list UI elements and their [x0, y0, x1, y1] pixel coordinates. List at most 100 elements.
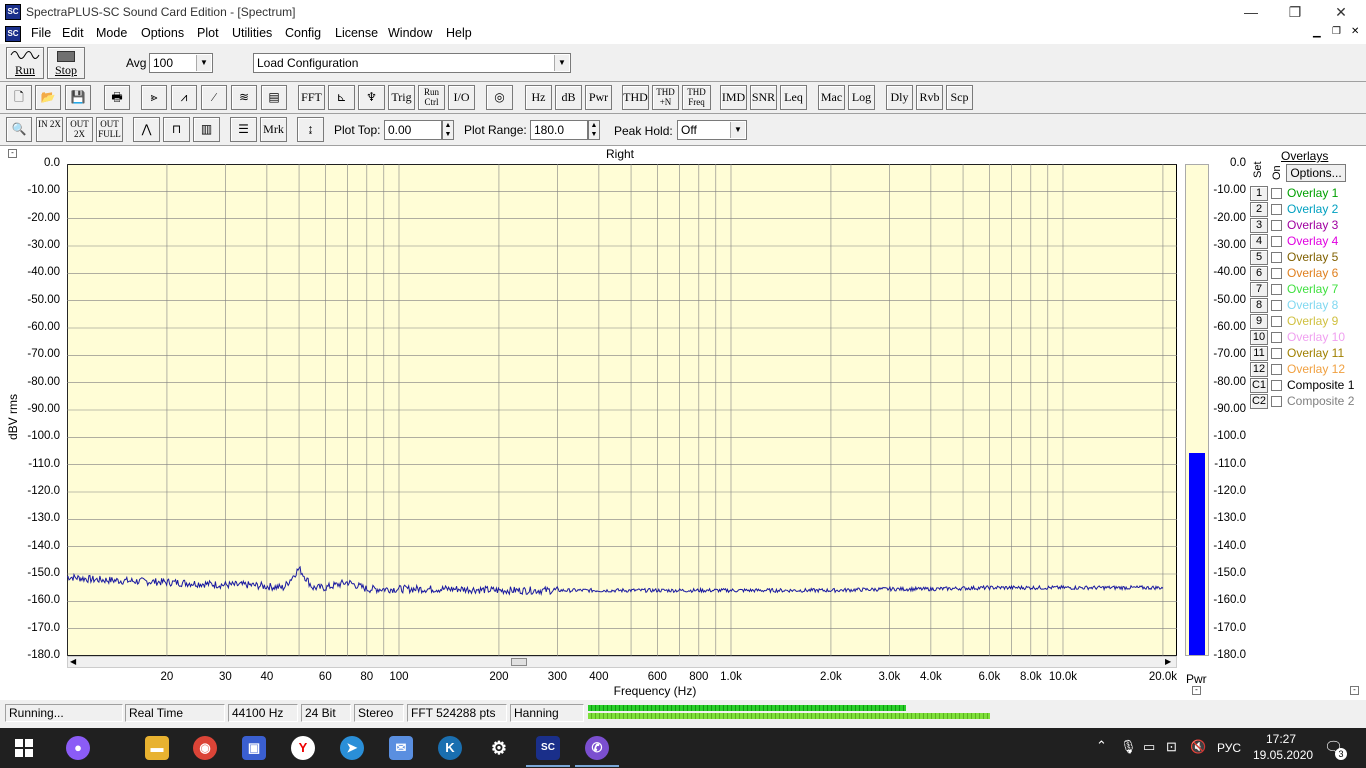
run-button[interactable]: Run [6, 47, 44, 79]
spectrogram-icon[interactable]: ▤ [261, 85, 287, 110]
menu-window[interactable]: Window [388, 26, 432, 40]
peak-hold-select[interactable]: Off ▼ [677, 120, 747, 140]
overlay-set-button[interactable]: 2 [1250, 202, 1268, 217]
overlay-set-button[interactable]: 4 [1250, 234, 1268, 249]
open-folder-icon[interactable]: 📂 [35, 85, 61, 110]
new-file-icon[interactable]: 🗋 [6, 85, 32, 110]
menu-file[interactable]: File [31, 26, 51, 40]
menu-mode[interactable]: Mode [96, 26, 127, 40]
overlay-set-button[interactable]: 5 [1250, 250, 1268, 265]
pwr-button[interactable]: Pwr [585, 85, 612, 110]
mac-button[interactable]: Mac [818, 85, 845, 110]
bar-plot-icon[interactable]: ▥ [193, 117, 220, 142]
windows-start-icon[interactable] [14, 738, 34, 758]
dly-button[interactable]: Dly [886, 85, 913, 110]
chevron-up-icon[interactable]: ⌃ [1096, 738, 1107, 754]
language-indicator[interactable]: РУС [1217, 741, 1241, 755]
overlay-set-button[interactable]: C2 [1250, 394, 1268, 409]
overlay-set-button[interactable]: 9 [1250, 314, 1268, 329]
minimize-button[interactable]: — [1228, 0, 1274, 24]
zoom-full-button[interactable]: OUT FULL [96, 117, 123, 142]
save-icon[interactable]: 💾 [65, 85, 91, 110]
viber-icon[interactable]: ✆ [585, 736, 609, 760]
mail-icon[interactable]: ✉ [389, 736, 413, 760]
trigger-icon[interactable]: ♆ [358, 85, 385, 110]
overlay-set-button[interactable]: 12 [1250, 362, 1268, 377]
db-button[interactable]: dB [555, 85, 582, 110]
overlay-set-button[interactable]: 11 [1250, 346, 1268, 361]
plot-range-input[interactable]: 180.0 [530, 120, 588, 140]
mdi-minimize-icon[interactable]: ▁ [1313, 27, 1321, 38]
app-k-icon[interactable]: K [438, 736, 462, 760]
telegram-icon[interactable]: ➤ [340, 736, 364, 760]
file-explorer-icon[interactable]: ▬ [145, 736, 169, 760]
overlay-on-checkbox[interactable] [1271, 204, 1282, 215]
menu-help[interactable]: Help [446, 26, 472, 40]
thd-freq-button[interactable]: THD Freq [682, 85, 711, 110]
overlay-set-button[interactable]: 8 [1250, 298, 1268, 313]
3d-surface-icon[interactable]: ≋ [231, 85, 257, 110]
overlay-on-checkbox[interactable] [1271, 348, 1282, 359]
thd-button[interactable]: THD [622, 85, 649, 110]
avg-select[interactable]: 100 ▼ [149, 53, 213, 73]
axis-icon[interactable]: ⊾ [328, 85, 355, 110]
overlay-on-checkbox[interactable] [1271, 300, 1282, 311]
zoom-out-button[interactable]: OUT 2X [66, 117, 93, 142]
scroll-right-icon[interactable]: ▶ [1165, 657, 1171, 666]
spectraplus-taskbar-icon[interactable]: SC [536, 736, 560, 760]
zoom-in-button[interactable]: IN 2X [36, 117, 63, 142]
overlay-set-button[interactable]: 10 [1250, 330, 1268, 345]
mrk-button[interactable]: Mrk [260, 117, 287, 142]
menu-utilities[interactable]: Utilities [232, 26, 272, 40]
zoom-icon[interactable]: 🔍 [6, 117, 32, 142]
collapse-icon[interactable]: - [1192, 686, 1201, 695]
settings-icon[interactable]: ⚙ [487, 736, 511, 760]
overlay-on-checkbox[interactable] [1271, 236, 1282, 247]
plot-top-spinner[interactable]: ▲ ▼ [442, 120, 454, 140]
overlay-on-checkbox[interactable] [1271, 332, 1282, 343]
line-plot-icon[interactable]: ⋀ [133, 117, 160, 142]
stop-button[interactable]: Stop [47, 47, 85, 79]
microphone-icon[interactable]: 🎙 [1120, 739, 1137, 755]
step-plot-icon[interactable]: ⊓ [163, 117, 190, 142]
doc-icon[interactable]: SC [5, 26, 21, 42]
battery-icon[interactable]: ▭ [1143, 739, 1155, 755]
trig-button[interactable]: Trig [388, 85, 415, 110]
overlay-set-button[interactable]: 6 [1250, 266, 1268, 281]
run-ctrl-button[interactable]: Run Ctrl [418, 85, 445, 110]
table-icon[interactable]: ☰ [230, 117, 257, 142]
menu-edit[interactable]: Edit [62, 26, 84, 40]
alice-assistant-icon[interactable]: ● [66, 736, 90, 760]
rvb-button[interactable]: Rvb [916, 85, 943, 110]
clock-time[interactable]: 17:27 [1266, 732, 1296, 746]
snr-button[interactable]: SNR [750, 85, 777, 110]
overlay-set-button[interactable]: 1 [1250, 186, 1268, 201]
yandex-browser-icon[interactable]: Y [291, 736, 315, 760]
time-series-icon[interactable]: ∕ [201, 85, 227, 110]
menu-config[interactable]: Config [285, 26, 321, 40]
print-icon[interactable]: 🖶 [104, 85, 130, 110]
menu-options[interactable]: Options [141, 26, 184, 40]
leq-button[interactable]: Leq [780, 85, 807, 110]
overlay-on-checkbox[interactable] [1271, 316, 1282, 327]
close-button[interactable]: ✕ [1318, 0, 1364, 24]
mdi-restore-icon[interactable]: ❐ [1332, 26, 1341, 37]
options-button[interactable]: Options... [1286, 164, 1346, 182]
network-icon[interactable]: ⊡ [1166, 739, 1177, 755]
menu-license[interactable]: License [335, 26, 378, 40]
plot-range-spinner[interactable]: ▲ ▼ [588, 120, 600, 140]
spectrum-mode-icon[interactable]: ⩘ [171, 85, 197, 110]
log-button[interactable]: Log [848, 85, 875, 110]
collapse-icon[interactable]: - [1350, 686, 1359, 695]
overlay-set-button[interactable]: 3 [1250, 218, 1268, 233]
overlay-set-button[interactable]: C1 [1250, 378, 1268, 393]
mdi-close-icon[interactable]: ✕ [1351, 26, 1359, 37]
overlay-on-checkbox[interactable] [1271, 220, 1282, 231]
chrome-icon[interactable]: ◉ [193, 736, 217, 760]
horizontal-scrollbar[interactable]: ◀ ▶ [67, 656, 1177, 668]
overlay-on-checkbox[interactable] [1271, 188, 1282, 199]
scp-button[interactable]: Scp [946, 85, 973, 110]
thd-n-button[interactable]: THD +N [652, 85, 679, 110]
config-select[interactable]: Load Configuration ▼ [253, 53, 571, 73]
menu-plot[interactable]: Plot [197, 26, 219, 40]
